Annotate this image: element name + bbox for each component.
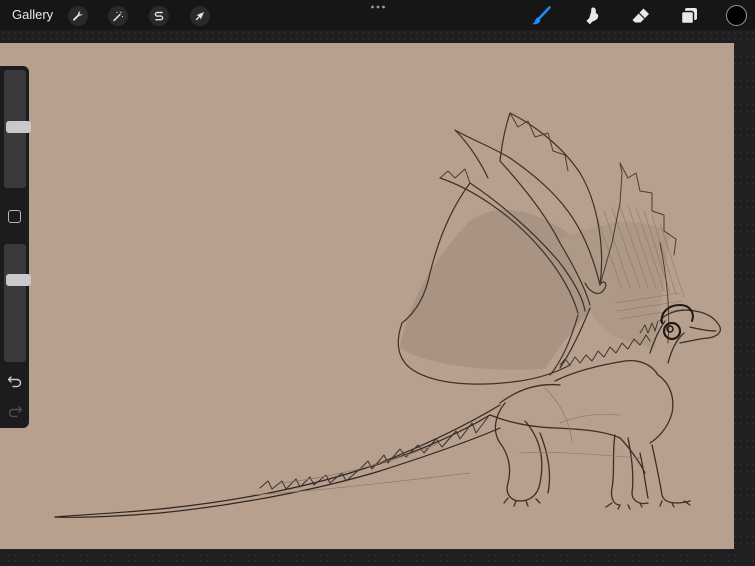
selection-s-icon (154, 11, 164, 21)
procreate-app: Gallery (0, 0, 755, 566)
brush-icon[interactable] (530, 5, 552, 27)
opacity-slider[interactable] (4, 244, 31, 362)
brush-size-slider[interactable] (4, 70, 31, 188)
gallery-button[interactable]: Gallery (12, 7, 53, 23)
undo-icon[interactable] (7, 374, 23, 388)
actions-button[interactable] (68, 6, 88, 26)
brush-size-slider-knob[interactable] (6, 121, 31, 133)
smudge-finger-icon[interactable] (580, 5, 602, 27)
top-toolbar: Gallery (0, 0, 755, 30)
arrow-cursor-icon (195, 12, 204, 21)
adjustments-button[interactable] (108, 6, 128, 26)
wrench-icon (73, 11, 83, 21)
eraser-icon[interactable] (630, 5, 652, 27)
opacity-slider-knob[interactable] (6, 274, 31, 286)
drawing-canvas[interactable] (0, 43, 734, 549)
ellipsis-icon[interactable] (370, 3, 386, 11)
color-picker-swatch[interactable] (726, 5, 747, 26)
redo-icon[interactable] (7, 404, 23, 418)
dragon-sketch (54, 112, 722, 518)
layers-icon[interactable] (678, 5, 700, 27)
brush-sidebar (0, 66, 31, 428)
modify-button[interactable] (8, 210, 21, 223)
selection-button[interactable] (149, 6, 169, 26)
magic-wand-icon (113, 11, 124, 22)
transform-button[interactable] (190, 6, 210, 26)
